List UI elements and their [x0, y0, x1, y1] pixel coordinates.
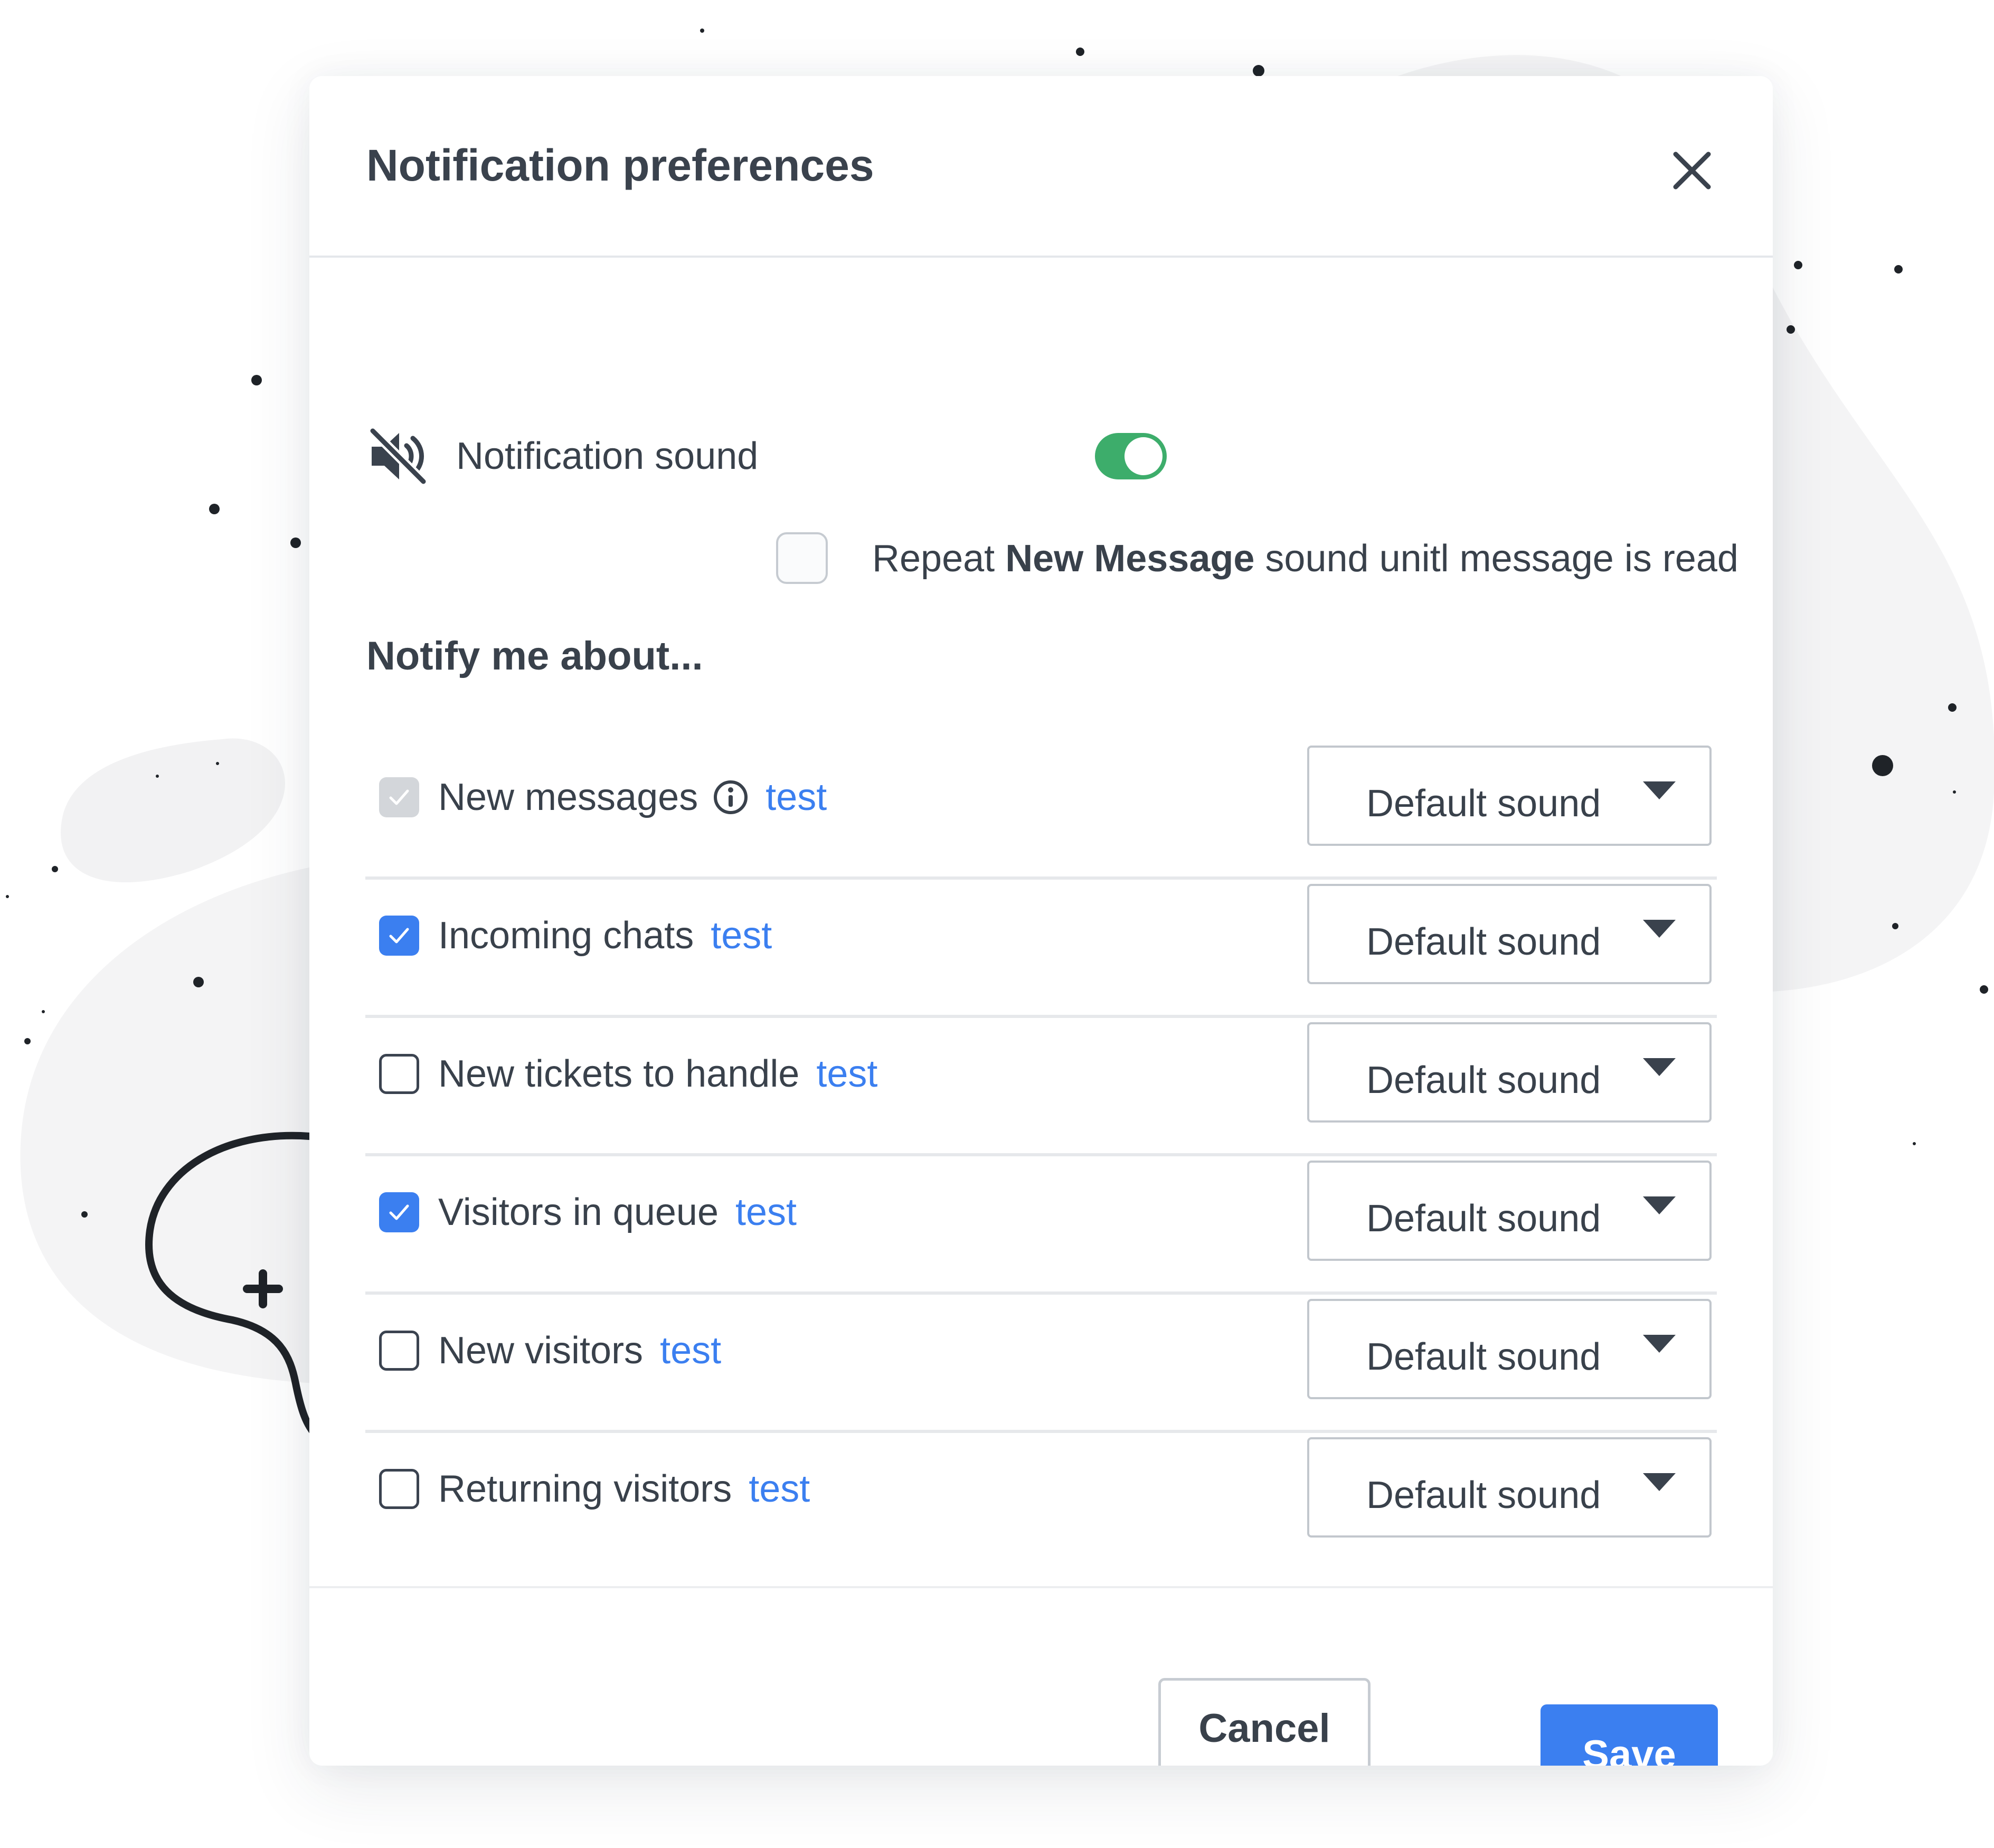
- test-sound-link[interactable]: test: [711, 914, 772, 957]
- sound-select-value: Default sound: [1366, 1336, 1601, 1378]
- checkmark-icon: [389, 789, 409, 805]
- close-icon: [1673, 152, 1711, 190]
- notify-row: New visitors test Default sound: [365, 1295, 1717, 1433]
- background-blob-bottom-left: [20, 866, 317, 1383]
- notify-label-text: Returning visitors: [438, 1468, 732, 1510]
- notification-preferences-dialog: Notification preferences Notification so…: [309, 76, 1773, 1766]
- sound-select-value: Default sound: [1366, 1059, 1601, 1101]
- notification-sound-label: Notification sound: [456, 435, 759, 477]
- notification-sound-row: Notification sound: [366, 414, 1000, 498]
- notify-section-title: Notify me about...: [366, 634, 703, 678]
- save-button[interactable]: Save: [1541, 1704, 1718, 1766]
- notify-checkbox[interactable]: [379, 1192, 419, 1232]
- cancel-button[interactable]: Cancel: [1158, 1678, 1371, 1766]
- notify-checkbox[interactable]: [379, 777, 419, 817]
- notify-label-text: Visitors in queue: [438, 1191, 719, 1233]
- notify-row: Incoming chats test Default sound: [365, 880, 1717, 1018]
- chevron-down-icon: [1643, 1058, 1676, 1076]
- repeat-sound-checkbox[interactable]: [776, 532, 828, 584]
- notify-label-text: New messages: [438, 776, 698, 818]
- notify-label-text: New tickets to handle: [438, 1053, 800, 1095]
- sound-select[interactable]: Default sound: [1307, 746, 1712, 846]
- notify-row-label: Incoming chats test: [438, 909, 772, 962]
- notify-checkbox[interactable]: [379, 1054, 419, 1094]
- notification-sound-toggle[interactable]: [1095, 433, 1167, 479]
- notify-row-label: New visitors test: [438, 1324, 721, 1377]
- sound-select[interactable]: Default sound: [1307, 1299, 1712, 1399]
- chevron-down-icon: [1643, 781, 1676, 799]
- notify-label-text: New visitors: [438, 1330, 644, 1372]
- sound-select[interactable]: Default sound: [1307, 1161, 1712, 1261]
- dialog-header: Notification preferences: [309, 76, 1773, 258]
- sound-select[interactable]: Default sound: [1307, 1437, 1712, 1538]
- dialog-footer: Cancel Save: [309, 1586, 1773, 1766]
- notify-label-text: Incoming chats: [438, 914, 694, 957]
- info-icon[interactable]: [713, 779, 749, 815]
- sound-select-value: Default sound: [1366, 1198, 1601, 1240]
- notify-checkbox[interactable]: [379, 1331, 419, 1371]
- chevron-down-icon: [1643, 1335, 1676, 1353]
- notify-checkbox[interactable]: [379, 1469, 419, 1509]
- sound-select-value: Default sound: [1366, 782, 1601, 825]
- notify-row-label: Visitors in queue test: [438, 1186, 797, 1239]
- sound-select[interactable]: Default sound: [1307, 1022, 1712, 1123]
- sound-select-value: Default sound: [1366, 1474, 1601, 1516]
- chevron-down-icon: [1643, 1473, 1676, 1491]
- chevron-down-icon: [1643, 1196, 1676, 1214]
- chevron-down-icon: [1643, 920, 1676, 938]
- notify-row: New messages test Default sound: [365, 741, 1717, 880]
- dialog-title: Notification preferences: [366, 140, 874, 190]
- close-button[interactable]: [1663, 142, 1721, 200]
- notify-row-label: New messages test: [438, 771, 827, 824]
- repeat-sound-label: Repeat New Message sound unitl message i…: [872, 538, 1738, 580]
- notify-checkbox[interactable]: [379, 916, 419, 956]
- volume-mute-icon: [368, 426, 428, 486]
- checkmark-icon: [389, 1204, 409, 1220]
- notify-row-label: Returning visitors test: [438, 1463, 810, 1515]
- notify-row: Visitors in queue test Default sound: [365, 1156, 1717, 1295]
- notify-row-label: New tickets to handle test: [438, 1048, 877, 1100]
- toggle-knob: [1124, 437, 1163, 475]
- test-sound-link[interactable]: test: [749, 1468, 810, 1510]
- test-sound-link[interactable]: test: [660, 1330, 721, 1372]
- notification-rows: New messages test Default sound Incoming ch…: [365, 741, 1717, 1571]
- notify-row: New tickets to handle test Default sound: [365, 1018, 1717, 1156]
- sound-select[interactable]: Default sound: [1307, 884, 1712, 984]
- test-sound-link[interactable]: test: [816, 1053, 877, 1095]
- test-sound-link[interactable]: test: [735, 1191, 797, 1233]
- test-sound-link[interactable]: test: [766, 776, 827, 818]
- notify-row: Returning visitors test Default sound: [365, 1433, 1717, 1571]
- sound-select-value: Default sound: [1366, 921, 1601, 963]
- repeat-sound-row: Repeat New Message sound unitl message i…: [776, 532, 1773, 590]
- background-blob-left: [61, 738, 285, 883]
- checkmark-icon: [389, 928, 409, 944]
